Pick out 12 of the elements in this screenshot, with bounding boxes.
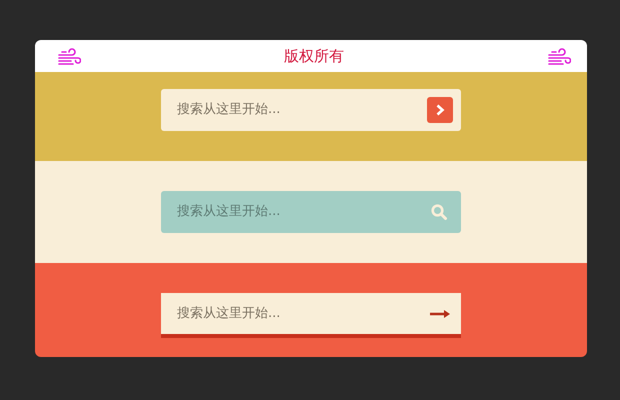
chevron-icon (435, 104, 445, 116)
search-bar[interactable]: 搜索从这里开始... (161, 191, 461, 233)
search-bar[interactable]: 搜索从这里开始... (161, 293, 461, 338)
header-title: 版权所有 (284, 46, 344, 67)
search-bar[interactable]: 搜索从这里开始... (161, 89, 461, 131)
search-field[interactable]: 搜索从这里开始... (175, 302, 429, 324)
wind-icon (547, 46, 571, 66)
arrow-icon[interactable] (429, 308, 451, 318)
search-field[interactable]: 搜索从这里开始... (175, 201, 431, 223)
go-button[interactable] (427, 97, 453, 123)
search-field[interactable]: 搜索从这里开始... (175, 99, 427, 121)
wind-icon (57, 46, 81, 66)
